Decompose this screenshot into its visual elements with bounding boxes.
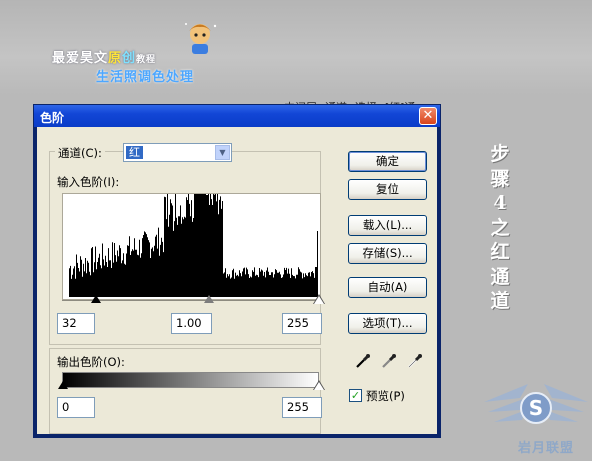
dialog-titlebar[interactable]: 色阶 ✕: [34, 105, 440, 127]
step-title-char: 之: [490, 216, 510, 239]
input-black-slider[interactable]: [91, 295, 101, 303]
svg-text:S: S: [529, 396, 543, 420]
black-eyedropper-icon[interactable]: [355, 353, 371, 369]
watermark-text: 岩月联盟: [518, 441, 575, 456]
input-black-field[interactable]: 32: [57, 313, 95, 334]
step-title-char: 骤: [490, 167, 510, 190]
histogram-shape: [63, 194, 318, 297]
white-eyedropper-icon[interactable]: [407, 353, 423, 369]
channel-label: 通道(C):: [55, 145, 105, 161]
banner-title: 最爱昊文原创教程: [52, 47, 156, 66]
input-levels-label: 输入色阶(I):: [57, 174, 120, 190]
step-title-char: 4: [493, 192, 507, 214]
options-button[interactable]: 选项(T)...: [348, 313, 427, 334]
reset-button[interactable]: 复位: [348, 179, 427, 200]
input-gamma-field[interactable]: 1.00: [171, 313, 212, 334]
step-title-char: 通: [490, 265, 510, 288]
load-button[interactable]: 载入(L)...: [348, 215, 427, 236]
output-white-slider[interactable]: [314, 382, 324, 390]
output-white-field[interactable]: 255: [282, 397, 322, 418]
dialog-title: 色阶: [40, 111, 65, 125]
tutorial-banner: 最爱昊文原创教程 生活照调色处理: [0, 0, 592, 95]
banner-title-highlight-2: 创: [122, 51, 137, 66]
step-title-char: 步: [490, 143, 510, 165]
output-black-slider[interactable]: [58, 381, 68, 389]
banner-title-highlight: 原: [108, 51, 123, 66]
mascot-icon: [185, 23, 217, 54]
banner-subtitle: 生活照调色处理: [96, 70, 195, 85]
output-black-field[interactable]: 0: [57, 397, 95, 418]
input-white-slider[interactable]: [314, 296, 324, 304]
chevron-down-icon[interactable]: ▼: [215, 145, 230, 160]
preview-label: 预览(P): [366, 388, 405, 404]
channel-selected-value: 红: [126, 146, 143, 159]
channel-select[interactable]: 红 ▼: [123, 143, 232, 162]
levels-dialog: 色阶 ✕ 通道(C): 红 ▼ 输入色阶(I): 32 1.00 255 输出色…: [33, 104, 441, 438]
histogram-graph: [63, 194, 318, 297]
step-title-char: 道: [490, 290, 510, 312]
step-title-char: 红: [490, 241, 510, 263]
banner-title-part: 最爱昊文: [52, 51, 109, 66]
input-gamma-slider[interactable]: [204, 295, 214, 303]
save-button[interactable]: 存储(S)...: [348, 243, 427, 264]
dialog-body: 通道(C): 红 ▼ 输入色阶(I): 32 1.00 255 输出色阶(O):…: [37, 127, 437, 434]
auto-button[interactable]: 自动(A): [348, 277, 427, 298]
histogram: [62, 193, 321, 300]
banner-title-suffix: 教程: [136, 55, 157, 65]
output-gradient: [62, 372, 319, 388]
preview-checkbox[interactable]: ✓: [349, 389, 362, 402]
input-white-field[interactable]: 255: [282, 313, 322, 334]
step-title: 步 骤 4 之 红 通 道: [488, 142, 512, 314]
gray-eyedropper-icon[interactable]: [381, 353, 397, 369]
ok-button[interactable]: 确定: [348, 151, 427, 172]
close-button[interactable]: ✕: [419, 107, 437, 125]
output-levels-label: 输出色阶(O):: [57, 354, 125, 370]
